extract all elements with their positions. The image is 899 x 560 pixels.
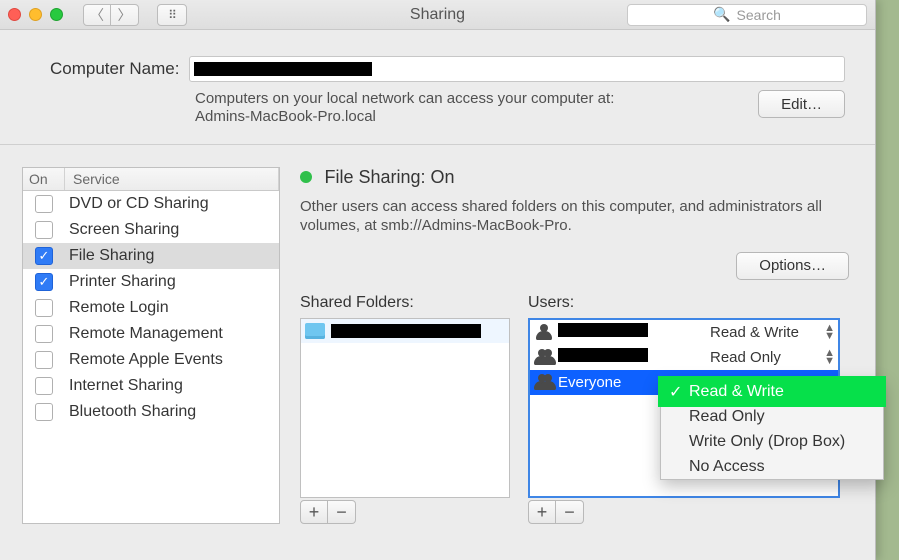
- user-icon: [535, 324, 553, 340]
- user-name: [558, 348, 710, 366]
- zoom-window-button[interactable]: [50, 8, 63, 21]
- user-permission-value: Read Only: [710, 349, 781, 366]
- shared-folders-label: Shared Folders:: [300, 294, 510, 312]
- computer-name-input[interactable]: [189, 56, 845, 82]
- service-label: DVD or CD Sharing: [65, 195, 209, 213]
- stepper-icon: ▲▼: [824, 349, 834, 365]
- window-controls: [8, 8, 63, 21]
- nav-back-forward: 〈 〉: [83, 4, 139, 26]
- close-window-button[interactable]: [8, 8, 21, 21]
- checkmark-icon: ✓: [669, 382, 682, 402]
- users-group-icon: [533, 349, 555, 365]
- service-label: Screen Sharing: [65, 221, 179, 239]
- show-all-prefs-button[interactable]: ⠿: [157, 4, 187, 26]
- user-name: [558, 323, 710, 341]
- service-checkbox[interactable]: [35, 351, 53, 369]
- search-field[interactable]: 🔍 Search: [627, 4, 867, 26]
- minimize-window-button[interactable]: [29, 8, 42, 21]
- user-row[interactable]: Read & Write ▲▼: [530, 320, 838, 345]
- shared-folders-column: Shared Folders: + −: [300, 294, 510, 524]
- computer-name-label: Computer Name:: [50, 59, 179, 79]
- computer-name-help: Computers on your local network can acce…: [195, 90, 738, 126]
- folder-icon: [305, 323, 325, 339]
- service-row[interactable]: Remote Login: [23, 295, 279, 321]
- service-checkbox[interactable]: [35, 325, 53, 343]
- permission-menu-item[interactable]: ✓ Read & Write: [661, 379, 883, 404]
- service-row[interactable]: Remote Management: [23, 321, 279, 347]
- shared-folder-row[interactable]: [301, 319, 509, 343]
- service-row[interactable]: Screen Sharing: [23, 217, 279, 243]
- service-row[interactable]: Bluetooth Sharing: [23, 399, 279, 425]
- edit-hostname-button[interactable]: Edit…: [758, 90, 845, 118]
- add-folder-button[interactable]: +: [300, 500, 328, 524]
- col-service-header: Service: [65, 168, 279, 190]
- permission-menu-item[interactable]: No Access: [661, 454, 883, 479]
- service-checkbox[interactable]: [35, 221, 53, 239]
- service-checkbox[interactable]: [35, 377, 53, 395]
- service-label: Bluetooth Sharing: [65, 403, 196, 421]
- search-icon: 🔍: [713, 6, 730, 23]
- permission-menu-label: Read & Write: [689, 383, 784, 401]
- add-user-button[interactable]: +: [528, 500, 556, 524]
- users-label: Users:: [528, 294, 840, 312]
- user-permission-dropdown[interactable]: Read & Write ▲▼: [710, 324, 838, 341]
- services-table: On Service DVD or CD Sharing Screen Shari…: [22, 167, 280, 524]
- search-placeholder: Search: [737, 7, 781, 23]
- stepper-icon: ▲▼: [824, 324, 834, 340]
- options-button[interactable]: Options…: [736, 252, 849, 280]
- service-label: File Sharing: [65, 247, 154, 265]
- service-label: Printer Sharing: [65, 273, 176, 291]
- service-row[interactable]: Remote Apple Events: [23, 347, 279, 373]
- service-label: Internet Sharing: [65, 377, 183, 395]
- shared-folders-list[interactable]: [300, 318, 510, 498]
- permission-popup-menu[interactable]: ✓ Read & Write Read Only Write Only (Drop B…: [660, 378, 884, 480]
- service-row[interactable]: DVD or CD Sharing: [23, 191, 279, 217]
- service-status-description: Other users can access shared folders on…: [300, 198, 840, 236]
- users-group-icon: [533, 374, 555, 390]
- shared-folder-name: [331, 324, 481, 338]
- service-status-row: File Sharing: On: [300, 167, 849, 188]
- service-checkbox[interactable]: [35, 403, 53, 421]
- remove-folder-button[interactable]: −: [328, 500, 356, 524]
- service-checkbox[interactable]: [35, 195, 53, 213]
- service-row[interactable]: ✓ File Sharing: [23, 243, 279, 269]
- user-permission-value: Read & Write: [710, 324, 799, 341]
- service-label: Remote Login: [65, 299, 169, 317]
- user-permission-dropdown[interactable]: Read Only ▲▼: [710, 349, 838, 366]
- service-status-title: File Sharing: On: [324, 167, 454, 187]
- service-checkbox[interactable]: [35, 299, 53, 317]
- service-label: Remote Apple Events: [65, 351, 223, 369]
- col-on-header: On: [23, 168, 65, 190]
- permission-menu-item[interactable]: Write Only (Drop Box): [661, 429, 883, 454]
- remove-user-button[interactable]: −: [556, 500, 584, 524]
- permission-menu-label: No Access: [689, 458, 765, 476]
- service-row[interactable]: Internet Sharing: [23, 373, 279, 399]
- titlebar: 〈 〉 ⠿ Sharing 🔍 Search: [0, 0, 875, 30]
- service-checkbox[interactable]: ✓: [35, 273, 53, 291]
- services-header: On Service: [23, 168, 279, 191]
- permission-menu-label: Read Only: [689, 408, 765, 426]
- service-label: Remote Management: [65, 325, 223, 343]
- permission-menu-label: Write Only (Drop Box): [689, 433, 845, 451]
- computer-name-section: Computer Name: Computers on your local n…: [0, 30, 875, 145]
- computer-name-value: [194, 62, 372, 76]
- service-row[interactable]: ✓ Printer Sharing: [23, 269, 279, 295]
- user-row[interactable]: Read Only ▲▼: [530, 345, 838, 370]
- back-button[interactable]: 〈: [83, 4, 111, 26]
- permission-menu-item[interactable]: Read Only: [661, 404, 883, 429]
- service-checkbox[interactable]: ✓: [35, 247, 53, 265]
- forward-button[interactable]: 〉: [111, 4, 139, 26]
- status-indicator-icon: [300, 171, 312, 183]
